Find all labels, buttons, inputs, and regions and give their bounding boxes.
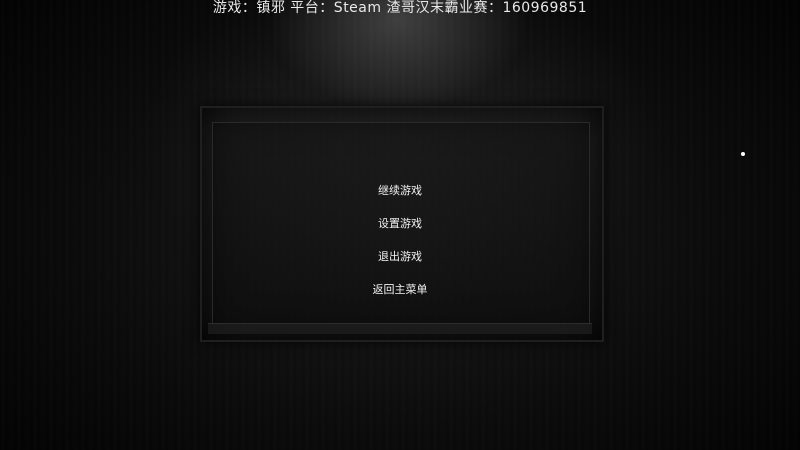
game-screen: 游戏：镇邪 平台：Steam 渣哥汉末霸业赛：160969851 继续游戏 设置… — [0, 0, 800, 450]
exit-game-button[interactable]: 退出游戏 — [300, 246, 500, 268]
stream-overlay-title: 游戏：镇邪 平台：Steam 渣哥汉末霸业赛：160969851 — [212, 0, 588, 16]
pause-menu: 继续游戏 设置游戏 退出游戏 返回主菜单 — [300, 180, 500, 300]
cursor-dot-icon — [741, 152, 745, 156]
game-settings-button[interactable]: 设置游戏 — [300, 213, 500, 235]
return-main-menu-button[interactable]: 返回主菜单 — [300, 279, 500, 301]
continue-game-button[interactable]: 继续游戏 — [300, 180, 500, 202]
menu-frame-bottom-bar — [208, 323, 592, 334]
